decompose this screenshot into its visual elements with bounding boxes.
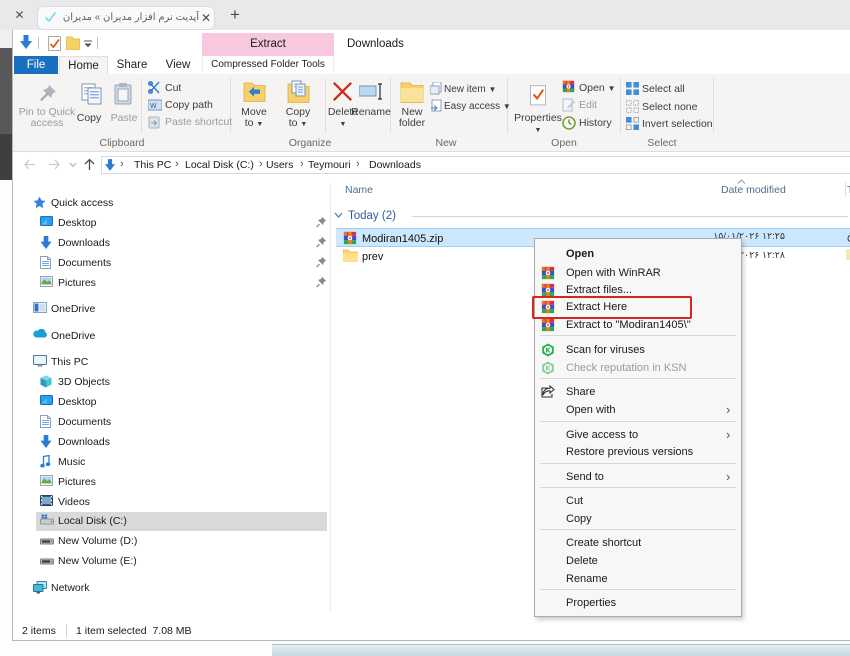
svg-text:W: W xyxy=(150,103,157,110)
